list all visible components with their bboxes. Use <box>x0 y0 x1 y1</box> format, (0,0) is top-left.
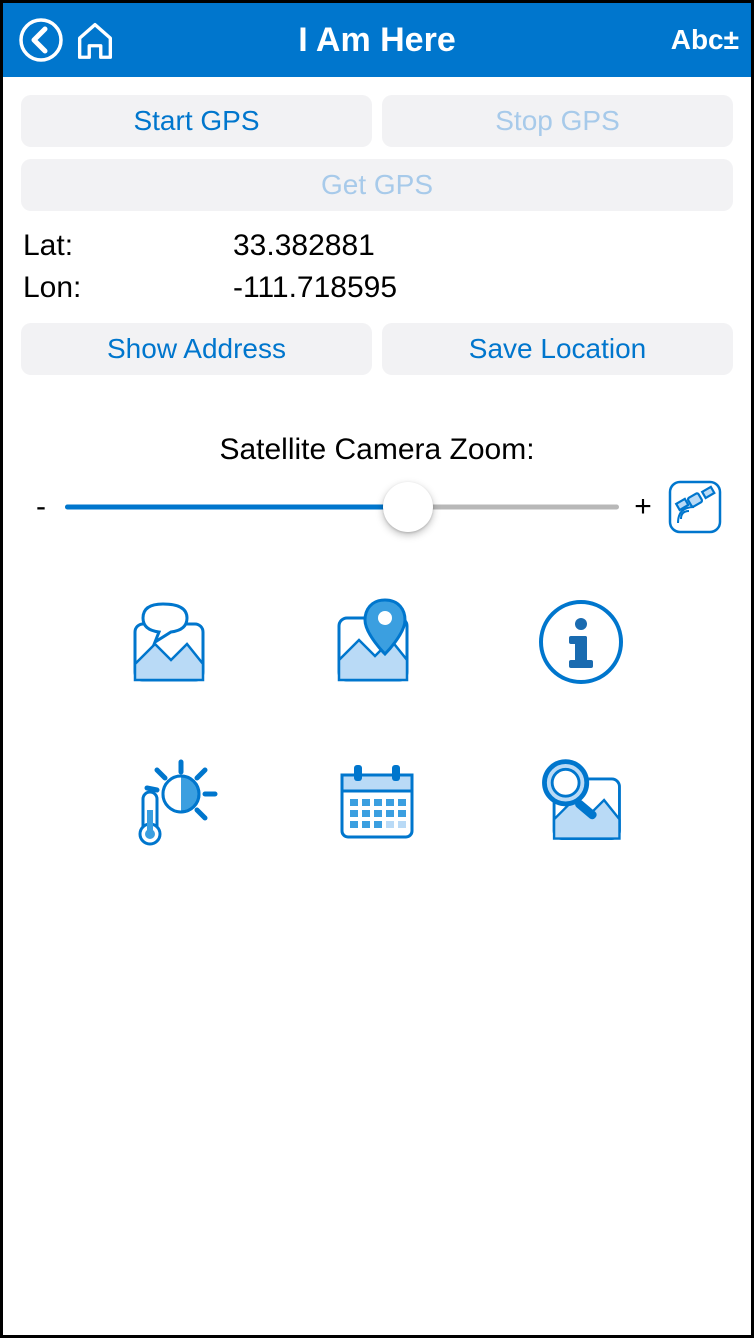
stop-gps-button[interactable]: Stop GPS <box>382 95 733 147</box>
slider-fill <box>65 505 408 510</box>
zoom-plus[interactable]: + <box>633 490 653 524</box>
slider-thumb[interactable] <box>383 482 433 532</box>
satellite-icon <box>667 479 723 535</box>
show-address-button[interactable]: Show Address <box>21 323 372 375</box>
get-gps-button[interactable]: Get GPS <box>21 159 733 211</box>
map-chat-icon <box>125 594 221 690</box>
zoom-slider[interactable] <box>65 477 619 537</box>
zoom-label: Satellite Camera Zoom: <box>21 433 733 467</box>
map-search-button[interactable] <box>531 752 631 852</box>
info-button[interactable] <box>531 592 631 692</box>
lat-row: Lat: 33.382881 <box>21 229 733 263</box>
calendar-button[interactable] <box>327 752 427 852</box>
calendar-icon <box>334 759 420 845</box>
lat-label: Lat: <box>23 229 233 263</box>
home-icon <box>72 17 118 63</box>
back-button[interactable] <box>15 14 67 66</box>
info-icon <box>535 596 627 688</box>
map-search-icon <box>531 754 631 850</box>
chevron-left-circle-icon <box>17 16 65 64</box>
map-pin-icon <box>329 594 425 690</box>
main-content: Start GPS Stop GPS Get GPS Lat: 33.38288… <box>3 77 751 870</box>
abc-toggle[interactable]: Abc± <box>671 24 739 56</box>
zoom-minus[interactable]: - <box>31 490 51 524</box>
map-chat-button[interactable] <box>123 592 223 692</box>
lat-value: 33.382881 <box>233 229 375 263</box>
lon-label: Lon: <box>23 271 233 305</box>
save-location-button[interactable]: Save Location <box>382 323 733 375</box>
map-pin-button[interactable] <box>327 592 427 692</box>
lon-row: Lon: -111.718595 <box>21 271 733 305</box>
home-button[interactable] <box>69 14 121 66</box>
icon-grid <box>21 592 733 852</box>
start-gps-button[interactable]: Start GPS <box>21 95 372 147</box>
app-header: I Am Here Abc± <box>3 3 751 77</box>
satellite-button[interactable] <box>667 479 723 535</box>
weather-button[interactable] <box>123 752 223 852</box>
lon-value: -111.718595 <box>233 271 397 305</box>
weather-icon <box>125 754 221 850</box>
